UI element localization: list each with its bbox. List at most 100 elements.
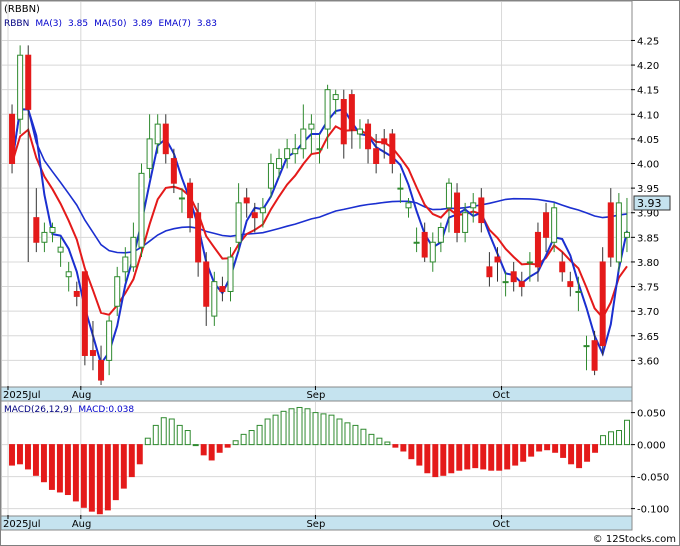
candle-up: [267, 163, 274, 189]
candle-up: [106, 320, 113, 361]
candle-up: [235, 202, 242, 243]
macd-bar-negative: [416, 444, 423, 466]
candle-up: [41, 231, 48, 243]
macd-bar-positive: [160, 417, 167, 446]
macd-bar-negative: [544, 444, 551, 451]
macd-bar-positive: [304, 408, 311, 446]
macd-bar-positive: [144, 437, 151, 446]
macd-bar-negative: [17, 444, 23, 465]
macd-bar-negative: [72, 444, 79, 502]
price-tick-label: 4.10: [637, 110, 659, 121]
price-tick-label: 4.05: [637, 135, 659, 146]
candle-down: [195, 212, 202, 263]
macd-bar-negative: [472, 444, 479, 469]
price-tick-label: 4.25: [637, 36, 659, 47]
price-tick-label: 3.85: [637, 233, 659, 244]
macd-tick-label: 0.000: [637, 441, 666, 452]
macd-bar-negative: [584, 444, 591, 462]
price-tick-label: 4.15: [637, 86, 659, 97]
macd-bar-negative: [568, 444, 575, 465]
macd-bar-negative: [56, 444, 63, 493]
candle-up: [551, 207, 558, 243]
macd-bar-positive: [360, 428, 367, 446]
candle-down: [543, 212, 550, 238]
macd-bar-negative: [456, 444, 463, 471]
candle-up: [445, 182, 452, 209]
candle-down: [591, 340, 598, 371]
macd-bar-positive: [256, 424, 263, 446]
macd-bar-positive: [376, 437, 383, 446]
macd-bar-negative: [576, 444, 583, 469]
date-label: Aug: [72, 390, 92, 401]
candle-up: [211, 281, 218, 317]
macd-bar-negative: [496, 444, 503, 471]
legend-entry: MA(3): [35, 19, 62, 29]
macd-bar-positive: [336, 418, 343, 446]
legend-entry: MACD:0.038: [78, 405, 134, 415]
candle-up: [227, 256, 234, 292]
candle-up: [405, 202, 412, 209]
candle-up: [114, 276, 121, 307]
macd-bar-negative: [112, 444, 119, 501]
legend-entry: 3.85: [68, 19, 88, 29]
legend-entry: MACD(26,12,9): [4, 405, 72, 415]
macd-bar-positive: [368, 433, 375, 446]
price-legend: RBBN MA(3) 3.85 MA(50) 3.89 EMA(7) 3.83: [4, 19, 217, 29]
date-label: Aug: [72, 519, 92, 530]
macd-bar-positive: [192, 444, 199, 447]
candle-up: [122, 256, 129, 273]
candle-up: [324, 89, 331, 130]
candle-down: [486, 266, 493, 278]
macd-tick-label: 0.050: [637, 409, 666, 420]
candle-down: [9, 113, 16, 165]
candle-down: [599, 261, 606, 347]
macd-bar-positive: [608, 431, 615, 446]
candle-up: [397, 187, 404, 190]
legend-entry: MA(50): [94, 19, 126, 29]
legend-entry: RBBN: [4, 19, 29, 29]
candle-up: [284, 148, 291, 160]
candle-up: [17, 54, 24, 120]
candle-up: [502, 281, 509, 284]
candle-down: [348, 94, 355, 130]
price-panel: 3.603.653.703.753.803.853.903.954.004.05…: [0, 0, 671, 388]
macd-bar-positive: [352, 424, 359, 446]
date-label: 2025Jul: [3, 519, 41, 530]
candle-up: [429, 241, 436, 263]
price-plot-area: [0, 0, 633, 388]
last-price-label: 3.93: [637, 197, 662, 210]
macd-bar-negative: [208, 444, 215, 461]
macd-bar-positive: [232, 440, 239, 446]
macd-bar-negative: [488, 444, 495, 471]
candle-down: [510, 271, 517, 283]
stock-chart: 3.603.653.703.753.803.853.903.954.004.05…: [0, 0, 680, 546]
candle-down: [251, 212, 258, 219]
candle-up: [130, 236, 137, 268]
macd-bar-negative: [400, 444, 407, 452]
macd-bar-negative: [80, 444, 87, 508]
candle-down: [607, 202, 614, 258]
candle-down: [373, 148, 380, 165]
candle-up: [615, 202, 622, 263]
candle-down: [25, 54, 32, 110]
date-label: Sep: [306, 390, 325, 401]
date-label: Oct: [493, 519, 510, 530]
macd-bar-negative: [40, 444, 47, 483]
macd-bar-negative: [512, 444, 519, 466]
macd-bar-positive: [184, 430, 191, 446]
macd-bar-positive: [344, 422, 351, 446]
candle-up: [57, 246, 64, 253]
candle-down: [567, 281, 574, 288]
macd-legend: MACD(26,12,9) MACD:0.038: [4, 405, 134, 415]
candle-down: [73, 290, 80, 297]
price-tick-label: 3.75: [637, 283, 659, 294]
candle-up: [276, 158, 283, 169]
date-label: Oct: [493, 390, 510, 401]
macd-bar-negative: [464, 444, 471, 470]
candle-down: [340, 99, 347, 145]
candle-up: [259, 207, 266, 214]
macd-bar-negative: [448, 444, 455, 474]
macd-bar-positive: [272, 414, 279, 446]
candle-up: [575, 290, 582, 293]
candle-down: [381, 138, 388, 145]
